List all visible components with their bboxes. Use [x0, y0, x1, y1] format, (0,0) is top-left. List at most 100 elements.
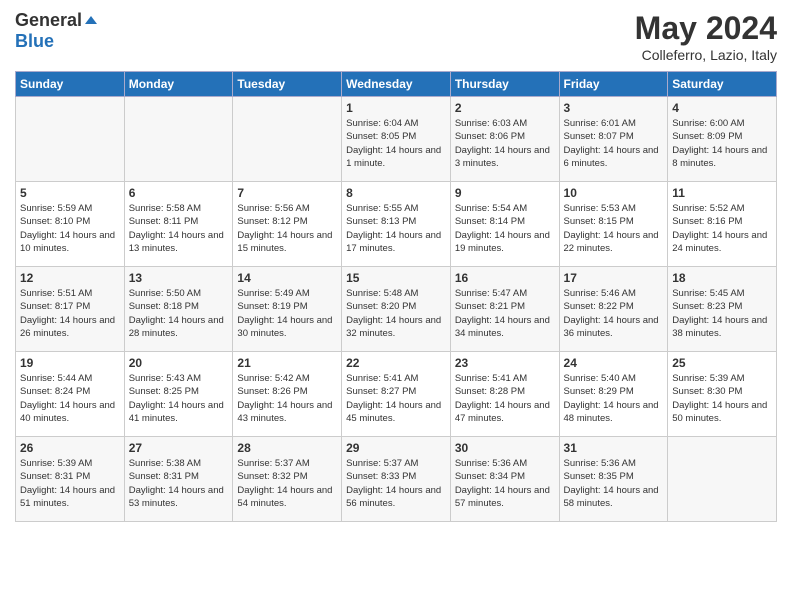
calendar-day-cell: 19 Sunrise: 5:44 AMSunset: 8:24 PMDayligh… [16, 352, 125, 437]
day-info: Sunrise: 5:44 AMSunset: 8:24 PMDaylight:… [20, 372, 120, 425]
day-info: Sunrise: 6:00 AMSunset: 8:09 PMDaylight:… [672, 117, 772, 170]
calendar-day-cell: 14Sunrise: 5:49 AMSunset: 8:19 PMDayligh… [233, 267, 342, 352]
calendar-day-cell: 8 Sunrise: 5:55 AMSunset: 8:13 PMDaylight… [342, 182, 451, 267]
day-number: 8 [346, 186, 446, 200]
calendar-day-cell: 13 Sunrise: 5:50 AMSunset: 8:18 PMDayligh… [124, 267, 233, 352]
day-info: Sunrise: 5:53 AMSunset: 8:15 PMDaylight:… [564, 202, 664, 255]
day-info: Sunrise: 5:42 AMSunset: 8:26 PMDaylight:… [237, 372, 337, 425]
calendar-day-cell: 27Sunrise: 5:38 AMSunset: 8:31 PMDayligh… [124, 437, 233, 522]
calendar-day-cell: 7Sunrise: 5:56 AMSunset: 8:12 PMDaylight… [233, 182, 342, 267]
day-info: Sunrise: 5:37 AMSunset: 8:33 PMDaylight:… [346, 457, 446, 510]
day-number: 21 [237, 356, 337, 370]
day-number: 15 [346, 271, 446, 285]
day-number: 25 [672, 356, 772, 370]
day-info: Sunrise: 5:55 AMSunset: 8:13 PMDaylight:… [346, 202, 446, 255]
day-info: Sunrise: 5:41 AMSunset: 8:27 PMDaylight:… [346, 372, 446, 425]
calendar-week-row: 26Sunrise: 5:39 AMSunset: 8:31 PMDayligh… [16, 437, 777, 522]
day-info: Sunrise: 5:50 AMSunset: 8:18 PMDaylight:… [129, 287, 229, 340]
calendar-day-cell: 15 Sunrise: 5:48 AMSunset: 8:20 PMDayligh… [342, 267, 451, 352]
logo-general: General [15, 10, 82, 30]
day-number: 16 [455, 271, 555, 285]
day-info: Sunrise: 5:37 AMSunset: 8:32 PMDaylight:… [237, 457, 337, 510]
weekday-header: Saturday [668, 72, 777, 97]
calendar-table: SundayMondayTuesdayWednesdayThursdayFrid… [15, 71, 777, 522]
calendar-day-cell: 16Sunrise: 5:47 AMSunset: 8:21 PMDayligh… [450, 267, 559, 352]
day-number: 14 [237, 271, 337, 285]
day-info: Sunrise: 5:41 AMSunset: 8:28 PMDaylight:… [455, 372, 555, 425]
day-info: Sunrise: 5:45 AMSunset: 8:23 PMDaylight:… [672, 287, 772, 340]
logo-icon [83, 14, 99, 30]
day-info: Sunrise: 5:43 AMSunset: 8:25 PMDaylight:… [129, 372, 229, 425]
calendar-day-cell: 6Sunrise: 5:58 AMSunset: 8:11 PMDaylight… [124, 182, 233, 267]
calendar-day-cell: 20 Sunrise: 5:43 AMSunset: 8:25 PMDayligh… [124, 352, 233, 437]
day-info: Sunrise: 5:59 AMSunset: 8:10 PMDaylight:… [20, 202, 120, 255]
day-number: 2 [455, 101, 555, 115]
day-info: Sunrise: 6:03 AMSunset: 8:06 PMDaylight:… [455, 117, 555, 170]
calendar-week-row: 1Sunrise: 6:04 AMSunset: 8:05 PMDaylight… [16, 97, 777, 182]
day-number: 23 [455, 356, 555, 370]
location-subtitle: Colleferro, Lazio, Italy [635, 47, 777, 63]
calendar-day-cell: 5 Sunrise: 5:59 AMSunset: 8:10 PMDaylight… [16, 182, 125, 267]
day-number: 5 [20, 186, 120, 200]
calendar-day-cell: 3Sunrise: 6:01 AMSunset: 8:07 PMDaylight… [559, 97, 668, 182]
weekday-header-row: SundayMondayTuesdayWednesdayThursdayFrid… [16, 72, 777, 97]
calendar-day-cell: 21 Sunrise: 5:42 AMSunset: 8:26 PMDayligh… [233, 352, 342, 437]
day-number: 30 [455, 441, 555, 455]
day-info: Sunrise: 5:36 AMSunset: 8:34 PMDaylight:… [455, 457, 555, 510]
weekday-header: Sunday [16, 72, 125, 97]
day-info: Sunrise: 5:36 AMSunset: 8:35 PMDaylight:… [564, 457, 664, 510]
day-number: 19 [20, 356, 120, 370]
calendar-day-cell: 30 Sunrise: 5:36 AMSunset: 8:34 PMDayligh… [450, 437, 559, 522]
calendar-week-row: 5 Sunrise: 5:59 AMSunset: 8:10 PMDaylight… [16, 182, 777, 267]
day-number: 20 [129, 356, 229, 370]
day-number: 1 [346, 101, 446, 115]
weekday-header: Thursday [450, 72, 559, 97]
calendar-day-cell: 22 Sunrise: 5:41 AMSunset: 8:27 PMDayligh… [342, 352, 451, 437]
logo-blue: Blue [15, 31, 54, 51]
calendar-day-cell: 11Sunrise: 5:52 AMSunset: 8:16 PMDayligh… [668, 182, 777, 267]
day-number: 29 [346, 441, 446, 455]
calendar-day-cell: 28 Sunrise: 5:37 AMSunset: 8:32 PMDayligh… [233, 437, 342, 522]
calendar-week-row: 19 Sunrise: 5:44 AMSunset: 8:24 PMDayligh… [16, 352, 777, 437]
calendar-day-cell: 12 Sunrise: 5:51 AMSunset: 8:17 PMDayligh… [16, 267, 125, 352]
day-number: 6 [129, 186, 229, 200]
day-number: 31 [564, 441, 664, 455]
calendar-day-cell [124, 97, 233, 182]
day-number: 13 [129, 271, 229, 285]
weekday-header: Friday [559, 72, 668, 97]
day-number: 10 [564, 186, 664, 200]
calendar-day-cell: 2 Sunrise: 6:03 AMSunset: 8:06 PMDaylight… [450, 97, 559, 182]
day-number: 11 [672, 186, 772, 200]
calendar-day-cell: 26Sunrise: 5:39 AMSunset: 8:31 PMDayligh… [16, 437, 125, 522]
weekday-header: Wednesday [342, 72, 451, 97]
day-info: Sunrise: 5:56 AMSunset: 8:12 PMDaylight:… [237, 202, 337, 255]
day-info: Sunrise: 5:48 AMSunset: 8:20 PMDaylight:… [346, 287, 446, 340]
calendar-day-cell: 31 Sunrise: 5:36 AMSunset: 8:35 PMDayligh… [559, 437, 668, 522]
calendar-day-cell: 25 Sunrise: 5:39 AMSunset: 8:30 PMDayligh… [668, 352, 777, 437]
weekday-header: Monday [124, 72, 233, 97]
day-number: 22 [346, 356, 446, 370]
calendar-day-cell: 9Sunrise: 5:54 AMSunset: 8:14 PMDaylight… [450, 182, 559, 267]
day-info: Sunrise: 5:54 AMSunset: 8:14 PMDaylight:… [455, 202, 555, 255]
weekday-header: Tuesday [233, 72, 342, 97]
day-info: Sunrise: 5:51 AMSunset: 8:17 PMDaylight:… [20, 287, 120, 340]
logo: General Blue [15, 10, 100, 52]
page-header: General Blue May 2024 Colleferro, Lazio,… [15, 10, 777, 63]
day-number: 27 [129, 441, 229, 455]
day-number: 28 [237, 441, 337, 455]
calendar-day-cell: 18Sunrise: 5:45 AMSunset: 8:23 PMDayligh… [668, 267, 777, 352]
day-number: 12 [20, 271, 120, 285]
calendar-day-cell [233, 97, 342, 182]
calendar-day-cell: 23 Sunrise: 5:41 AMSunset: 8:28 PMDayligh… [450, 352, 559, 437]
month-year-title: May 2024 [635, 10, 777, 47]
calendar-day-cell [16, 97, 125, 182]
calendar-day-cell [668, 437, 777, 522]
day-number: 26 [20, 441, 120, 455]
calendar-day-cell: 1Sunrise: 6:04 AMSunset: 8:05 PMDaylight… [342, 97, 451, 182]
title-block: May 2024 Colleferro, Lazio, Italy [635, 10, 777, 63]
calendar-day-cell: 4Sunrise: 6:00 AMSunset: 8:09 PMDaylight… [668, 97, 777, 182]
day-info: Sunrise: 5:39 AMSunset: 8:30 PMDaylight:… [672, 372, 772, 425]
day-info: Sunrise: 5:40 AMSunset: 8:29 PMDaylight:… [564, 372, 664, 425]
calendar-day-cell: 17Sunrise: 5:46 AMSunset: 8:22 PMDayligh… [559, 267, 668, 352]
calendar-day-cell: 24Sunrise: 5:40 AMSunset: 8:29 PMDayligh… [559, 352, 668, 437]
